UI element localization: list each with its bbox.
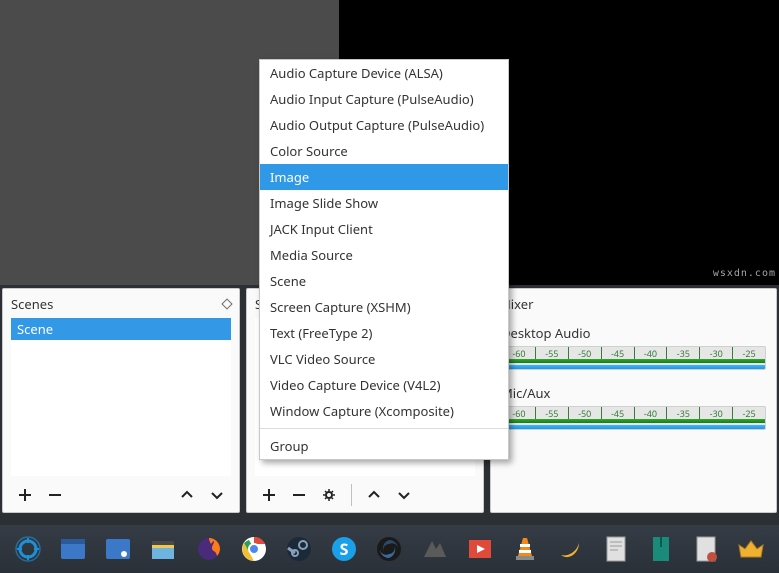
- steam-icon[interactable]: [277, 529, 320, 569]
- meter-tick: -25: [732, 407, 765, 419]
- menu-item[interactable]: Audio Capture Device (ALSA): [260, 60, 508, 86]
- source-settings-button[interactable]: [317, 483, 341, 507]
- meter-tick: -55: [535, 347, 568, 359]
- book-icon[interactable]: [639, 529, 682, 569]
- panel-detach-icon[interactable]: [221, 298, 232, 309]
- amarok-icon[interactable]: [413, 529, 456, 569]
- scene-down-button[interactable]: [205, 483, 229, 507]
- show-desktop-icon[interactable]: [51, 529, 94, 569]
- menu-item[interactable]: VLC Video Source: [260, 346, 508, 372]
- scenes-list[interactable]: Scene: [11, 318, 231, 476]
- track-label: Mic/Aux: [501, 384, 766, 402]
- media-app-icon[interactable]: [458, 529, 501, 569]
- menu-item-group[interactable]: Group: [260, 433, 508, 459]
- volume-meter[interactable]: -60-55-50-45-40-35-30-25: [501, 406, 766, 430]
- crown-icon[interactable]: [730, 529, 773, 569]
- menu-item[interactable]: Audio Output Capture (PulseAudio): [260, 112, 508, 138]
- scenes-title: Scenes: [11, 295, 53, 313]
- menu-item[interactable]: Video Capture Device (V4L2): [260, 372, 508, 398]
- vlc-icon[interactable]: [504, 529, 547, 569]
- scene-up-button[interactable]: [175, 483, 199, 507]
- menu-item[interactable]: Scene: [260, 268, 508, 294]
- divider: [351, 484, 352, 506]
- file-manager-icon[interactable]: [142, 529, 185, 569]
- menu-item[interactable]: Color Source: [260, 138, 508, 164]
- meter-tick: -30: [699, 347, 732, 359]
- menu-item[interactable]: JACK Input Client: [260, 216, 508, 242]
- banana-icon[interactable]: [549, 529, 592, 569]
- remove-source-button[interactable]: [287, 483, 311, 507]
- menu-item[interactable]: Image: [260, 164, 508, 190]
- mixer-track: Mic/Aux -60-55-50-45-40-35-30-25: [501, 384, 766, 430]
- add-source-button[interactable]: [257, 483, 281, 507]
- track-label: Desktop Audio: [501, 324, 766, 342]
- remove-scene-button[interactable]: [43, 483, 67, 507]
- list-item[interactable]: Scene: [11, 318, 231, 340]
- meter-tick: -50: [568, 407, 601, 419]
- menu-separator: [260, 428, 508, 429]
- mixer-track: Desktop Audio -60-55-50-45-40-35-30-25: [501, 324, 766, 370]
- app-launcher-icon[interactable]: [6, 529, 49, 569]
- skype-icon[interactable]: S: [323, 529, 366, 569]
- meter-tick: -40: [634, 347, 667, 359]
- meter-tick: -50: [568, 347, 601, 359]
- mixer-panel: Mixer Desktop Audio-60-55-50-45-40-35-30…: [490, 288, 777, 513]
- menu-item[interactable]: Media Source: [260, 242, 508, 268]
- meter-tick: -25: [732, 347, 765, 359]
- taskbar: S: [0, 525, 779, 573]
- menu-item[interactable]: Audio Input Capture (PulseAudio): [260, 86, 508, 112]
- meter-tick: -30: [699, 407, 732, 419]
- source-down-button[interactable]: [392, 483, 416, 507]
- menu-item[interactable]: Image Slide Show: [260, 190, 508, 216]
- menu-item[interactable]: Screen Capture (XSHM): [260, 294, 508, 320]
- meter-tick: -45: [601, 407, 634, 419]
- menu-item[interactable]: Text (FreeType 2): [260, 320, 508, 346]
- document-icon[interactable]: [594, 529, 637, 569]
- meter-tick: -35: [666, 407, 699, 419]
- firefox-icon[interactable]: [187, 529, 230, 569]
- chrome-icon[interactable]: [232, 529, 275, 569]
- svg-text:S: S: [340, 538, 349, 560]
- meter-tick: -40: [634, 407, 667, 419]
- obs-icon[interactable]: [368, 529, 411, 569]
- meter-tick: -55: [535, 407, 568, 419]
- meter-tick: -45: [601, 347, 634, 359]
- meter-tick: -35: [666, 347, 699, 359]
- add-scene-button[interactable]: [13, 483, 37, 507]
- scenes-panel: Scenes Scene: [2, 288, 240, 513]
- menu-item[interactable]: Window Capture (Xcomposite): [260, 398, 508, 424]
- screenshot-icon[interactable]: [96, 529, 139, 569]
- add-source-context-menu: Audio Capture Device (ALSA)Audio Input C…: [259, 59, 509, 460]
- watermark: wsxdn.com: [713, 268, 776, 279]
- source-up-button[interactable]: [362, 483, 386, 507]
- volume-meter[interactable]: -60-55-50-45-40-35-30-25: [501, 346, 766, 370]
- notes-icon[interactable]: [685, 529, 728, 569]
